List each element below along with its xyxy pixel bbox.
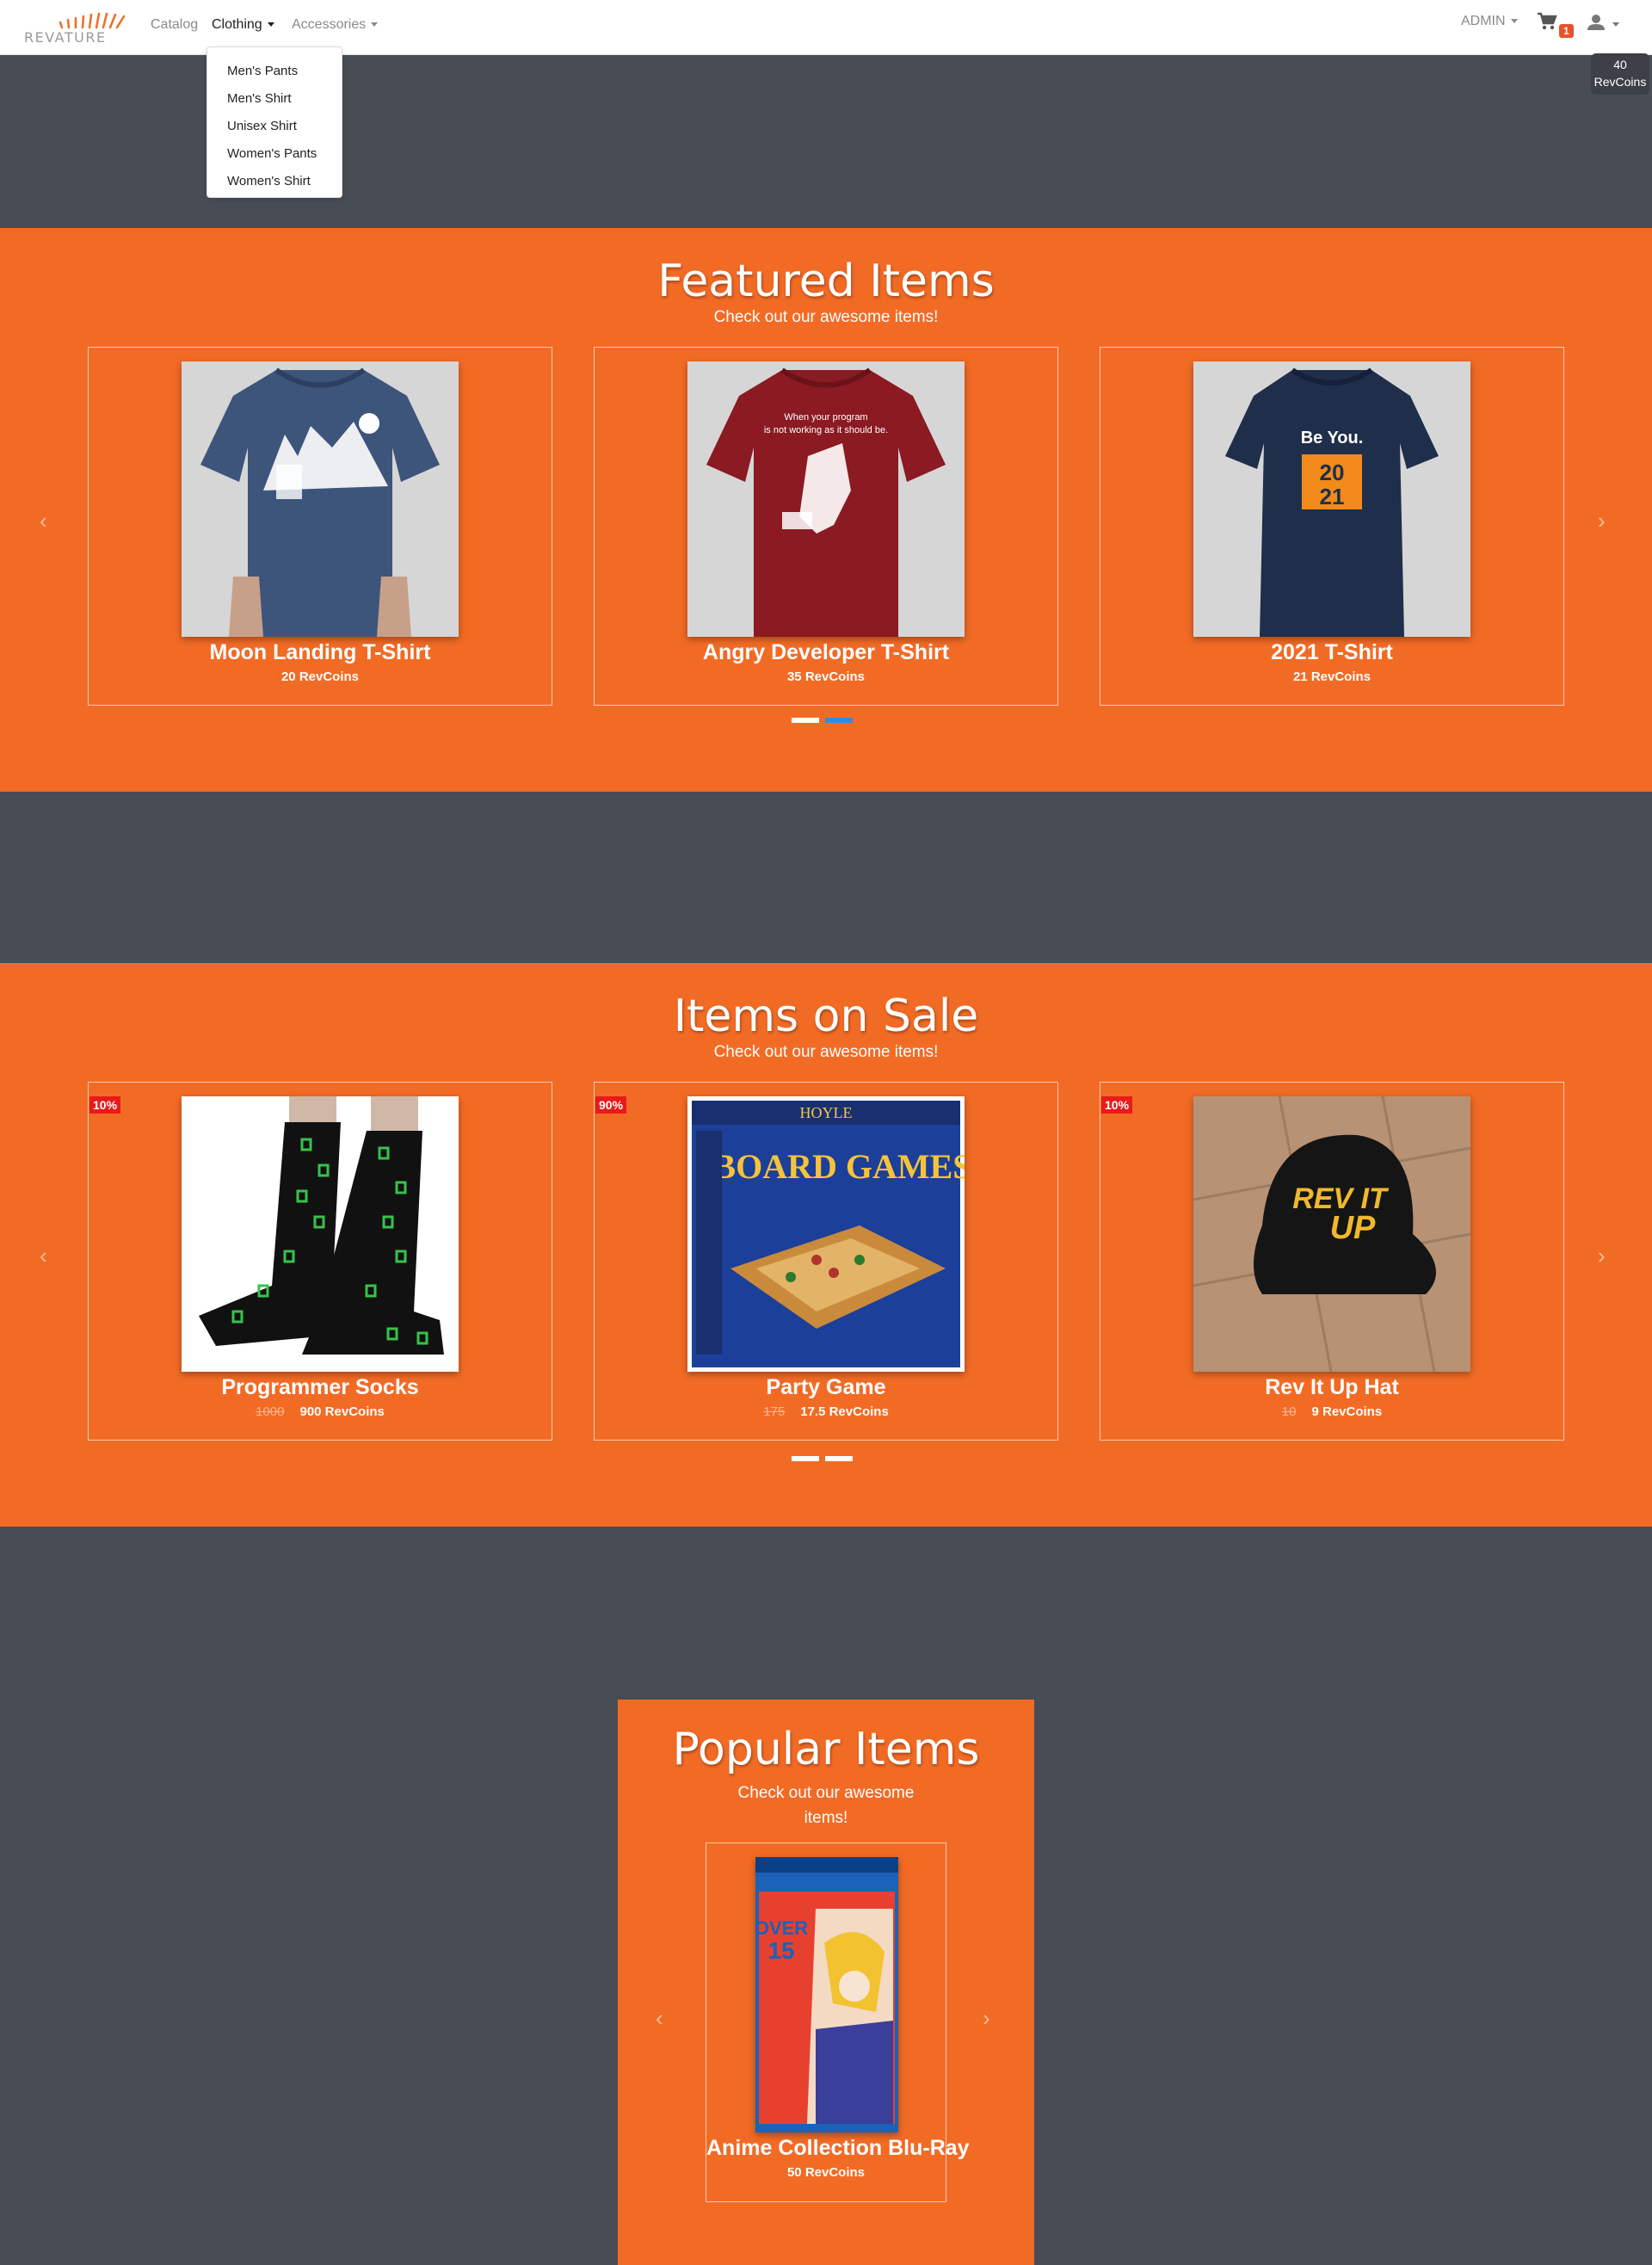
product-card[interactable]: 10% REV IT UP Rev It Up Hat 10 9 RevCoins bbox=[1100, 1082, 1564, 1441]
discount-badge: 10% bbox=[1101, 1096, 1133, 1114]
carousel-next-arrow[interactable]: › bbox=[983, 2005, 990, 2032]
sale-price: 9 RevCoins bbox=[1311, 1404, 1383, 1419]
product-name: Party Game bbox=[766, 1375, 886, 1399]
sale-title: Items on Sale bbox=[673, 991, 979, 1042]
original-price: 1000 bbox=[256, 1404, 285, 1419]
revcoins-value: 40 bbox=[1613, 58, 1627, 71]
product-price: 20 RevCoins bbox=[280, 670, 360, 684]
sale-price: 17.5 RevCoins bbox=[800, 1404, 889, 1419]
product-name: Angry Developer T-Shirt bbox=[702, 640, 950, 664]
popular-subtitle: Check out our awesome items! bbox=[737, 1784, 915, 1827]
product-card[interactable]: 90% HOYLE BOARD GAMES Party Game 175 17.5… bbox=[594, 1082, 1058, 1441]
featured-subtitle: Check out our awesome items! bbox=[713, 308, 939, 326]
product-price: 175 17.5 RevCoins bbox=[595, 1404, 1057, 1419]
product-price: 50 RevCoins bbox=[786, 2165, 866, 2180]
cart-button[interactable]: 1 bbox=[1537, 12, 1574, 40]
sale-subtitle: Check out our awesome items! bbox=[713, 1043, 939, 1061]
chevron-down-icon bbox=[1612, 22, 1619, 27]
product-image: HOYLE BOARD GAMES bbox=[687, 1096, 965, 1372]
featured-section: Featured Items Check out our awesome ite… bbox=[0, 228, 1652, 792]
chevron-down-icon bbox=[1510, 19, 1518, 24]
hat-print-text: UP bbox=[1330, 1210, 1376, 1246]
product-image: When your program is not working as it s… bbox=[687, 361, 965, 637]
revcoins-balance: 40 RevCoins bbox=[1591, 53, 1649, 95]
nav-accessories[interactable]: Accessories bbox=[292, 17, 379, 33]
menu-item-mens-pants[interactable]: Men's Pants bbox=[207, 58, 342, 85]
carousel-indicators bbox=[790, 1456, 867, 1465]
carousel-prev-arrow[interactable]: ‹ bbox=[40, 508, 47, 534]
product-price: 21 RevCoins bbox=[1292, 670, 1372, 684]
carousel-indicator[interactable] bbox=[825, 1456, 853, 1461]
revature-logo[interactable]: REVATURE bbox=[24, 10, 127, 48]
product-price: 35 RevCoins bbox=[786, 670, 866, 684]
shirt-print-text: is not working as it should be. bbox=[764, 425, 888, 435]
logo-text: REVATURE bbox=[24, 29, 107, 46]
popular-title: Popular Items bbox=[672, 1724, 980, 1775]
carousel-prev-arrow[interactable]: ‹ bbox=[656, 2005, 663, 2032]
product-name: Anime Collection Blu-Ray bbox=[706, 2136, 970, 2160]
original-price: 10 bbox=[1281, 1404, 1297, 1419]
carousel-indicator[interactable] bbox=[792, 1456, 819, 1461]
product-image bbox=[182, 361, 459, 637]
discount-badge: 10% bbox=[89, 1096, 121, 1114]
product-image: Be You. 20 21 bbox=[1193, 361, 1470, 637]
cart-count-badge: 1 bbox=[1559, 24, 1574, 38]
menu-item-womens-shirt[interactable]: Women's Shirt bbox=[207, 168, 342, 195]
cover-text: OVER bbox=[755, 1917, 808, 1939]
chevron-down-icon bbox=[371, 22, 379, 28]
product-image bbox=[182, 1096, 459, 1372]
carousel-indicators bbox=[790, 718, 867, 726]
user-menu[interactable] bbox=[1587, 14, 1623, 36]
product-card[interactable]: Be You. 20 21 2021 T-Shirt 21 RevCoins bbox=[1100, 347, 1564, 706]
shirt-print-text: When your program bbox=[784, 412, 867, 423]
revcoins-unit: RevCoins bbox=[1593, 75, 1647, 89]
user-icon bbox=[1587, 15, 1605, 30]
menu-item-mens-shirt[interactable]: Men's Shirt bbox=[207, 85, 342, 113]
shirt-print-text: 21 bbox=[1320, 484, 1345, 509]
sale-price: 900 RevCoins bbox=[299, 1404, 385, 1419]
cart-icon bbox=[1538, 12, 1557, 30]
box-title-text: BOARD GAMES bbox=[712, 1147, 965, 1186]
product-image: REV IT UP bbox=[1193, 1096, 1470, 1372]
logo-rays-icon bbox=[59, 12, 126, 29]
admin-label: ADMIN bbox=[1461, 14, 1506, 28]
nav-catalog[interactable]: Catalog bbox=[151, 17, 198, 33]
sale-section: Items on Sale Check out our awesome item… bbox=[0, 963, 1652, 1527]
clothing-dropdown-menu: Men's Pants Men's Shirt Unisex Shirt Wom… bbox=[206, 46, 342, 198]
product-price: 10 9 RevCoins bbox=[1100, 1404, 1563, 1419]
box-brand-text: HOYLE bbox=[800, 1104, 853, 1121]
shirt-print-text: 20 bbox=[1320, 460, 1345, 485]
product-name: Programmer Socks bbox=[221, 1375, 419, 1399]
carousel-next-arrow[interactable]: › bbox=[1598, 508, 1606, 534]
product-card[interactable]: 10% Programmer Socks 1000 900 RevCoins bbox=[88, 1082, 552, 1441]
popular-section: Popular Items Check out our awesome item… bbox=[618, 1700, 1034, 2265]
menu-item-unisex-shirt[interactable]: Unisex Shirt bbox=[207, 113, 342, 140]
product-name: Moon Landing T-Shirt bbox=[209, 640, 431, 664]
featured-title: Featured Items bbox=[657, 256, 995, 307]
shirt-print-text: Be You. bbox=[1301, 429, 1364, 447]
carousel-prev-arrow[interactable]: ‹ bbox=[40, 1243, 47, 1269]
nav-clothing-label: Clothing bbox=[212, 17, 262, 32]
product-image: OVER 15 bbox=[755, 1857, 898, 2132]
menu-item-womens-pants[interactable]: Women's Pants bbox=[207, 140, 342, 168]
original-price: 175 bbox=[763, 1404, 786, 1419]
product-card[interactable]: When your program is not working as it s… bbox=[594, 347, 1058, 706]
cover-text: 15 bbox=[767, 1937, 794, 1964]
carousel-indicator-active[interactable] bbox=[825, 718, 853, 723]
product-name: Rev It Up Hat bbox=[1265, 1375, 1399, 1399]
nav-accessories-label: Accessories bbox=[292, 17, 367, 32]
product-price: 1000 900 RevCoins bbox=[89, 1404, 552, 1419]
admin-menu[interactable]: ADMIN bbox=[1461, 14, 1518, 29]
nav-clothing[interactable]: Clothing bbox=[212, 17, 274, 33]
chevron-down-icon bbox=[267, 22, 274, 28]
product-card[interactable]: OVER 15 Anime Collection Blu-Ray 50 RevC… bbox=[706, 1842, 970, 2202]
discount-badge: 90% bbox=[595, 1096, 627, 1114]
carousel-indicator[interactable] bbox=[792, 718, 819, 723]
product-name: 2021 T-Shirt bbox=[1271, 640, 1393, 664]
carousel-next-arrow[interactable]: › bbox=[1598, 1243, 1606, 1269]
product-card[interactable]: Moon Landing T-Shirt 20 RevCoins bbox=[88, 347, 552, 706]
